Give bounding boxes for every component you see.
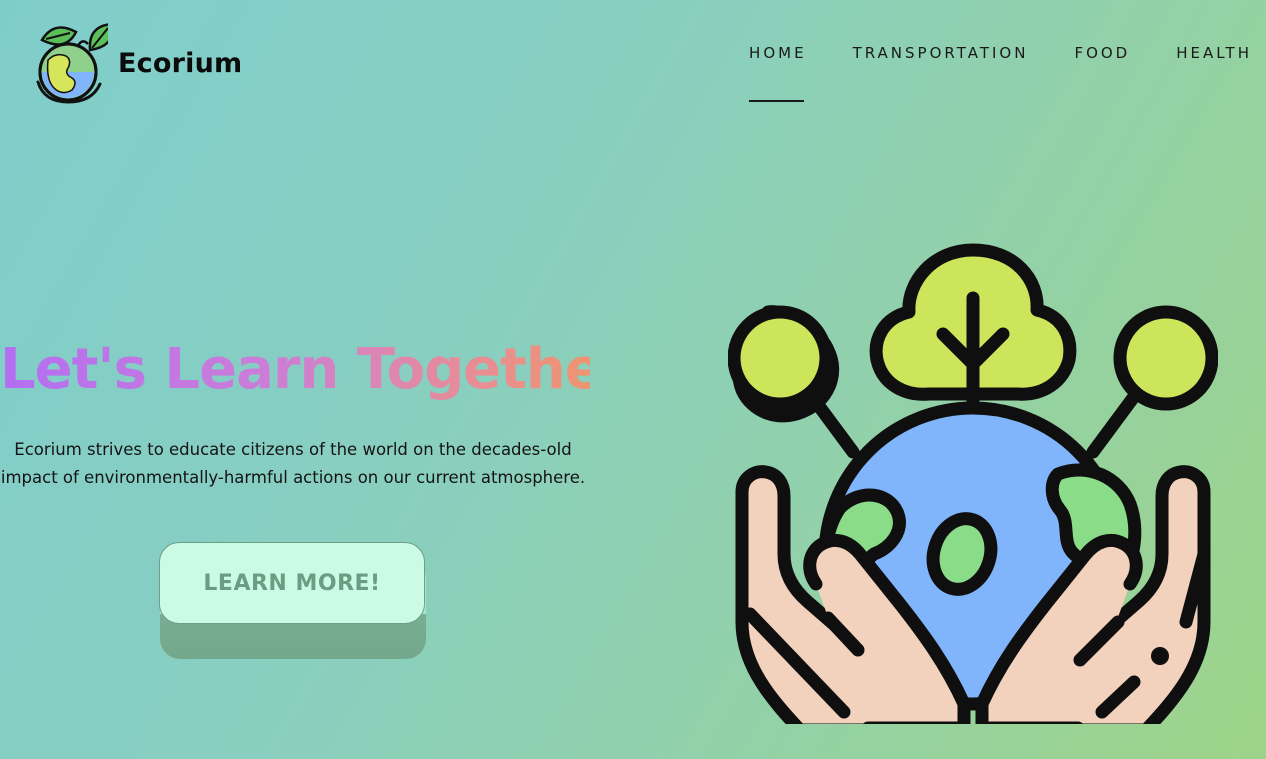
hero-description: Ecorium strives to educate citizens of t… bbox=[0, 440, 586, 487]
learn-more-button-wrapper: LEARN MORE! bbox=[159, 542, 427, 660]
nav-item-home[interactable]: HOME bbox=[749, 44, 807, 102]
learn-more-button[interactable]: LEARN MORE! bbox=[159, 542, 425, 624]
hands-holding-earth-with-trees-icon bbox=[728, 243, 1218, 724]
brand-logo[interactable]: Ecorium bbox=[34, 20, 242, 104]
nav-item-health[interactable]: HEALTH bbox=[1176, 44, 1252, 62]
brand-name: Ecorium bbox=[118, 47, 243, 79]
nav-item-label: TRANSPORTATION bbox=[852, 44, 1029, 62]
earth-leaves-icon bbox=[36, 23, 108, 104]
hero-title: Let's Learn Together! bbox=[0, 332, 654, 408]
nav-item-label: HOME bbox=[749, 44, 807, 62]
nav-item-transportation[interactable]: TRANSPORTATION bbox=[853, 44, 1029, 62]
main-nav: HOME TRANSPORTATION FOOD HEALTH bbox=[749, 44, 1252, 102]
nav-item-food[interactable]: FOOD bbox=[1074, 44, 1130, 62]
active-nav-underline bbox=[749, 100, 804, 102]
nav-item-label: HEALTH bbox=[1176, 44, 1252, 62]
nav-item-label: FOOD bbox=[1074, 44, 1131, 62]
